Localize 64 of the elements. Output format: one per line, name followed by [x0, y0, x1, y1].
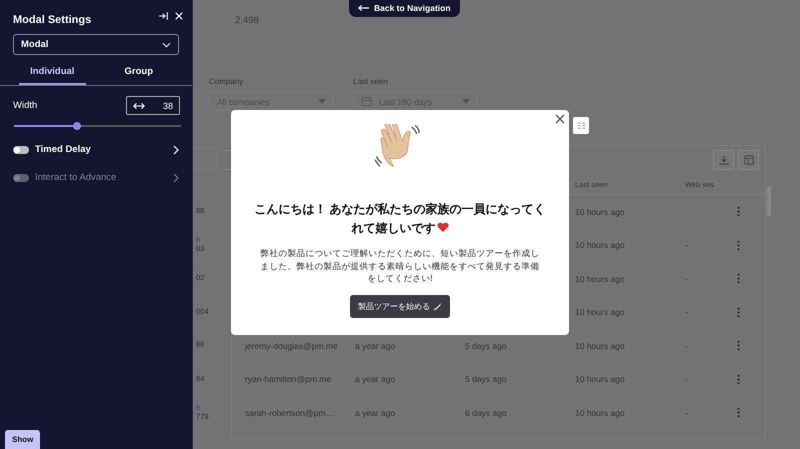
filter-label: Last seen [353, 77, 389, 86]
modal-heading: こんにちは！ あなたが私たちの家族の一員になってくれて嬉しいです [253, 201, 547, 237]
table-cell: 10 hours ago [575, 340, 625, 351]
setting-label: Timed Delay [35, 144, 92, 155]
horizontal-arrows-icon [133, 102, 145, 110]
sidebar-title: Modal Settings [13, 14, 92, 26]
toggle-switch[interactable] [13, 146, 29, 154]
table-cell: 5 days ago [465, 340, 507, 351]
tab[interactable]: Group [106, 61, 172, 85]
heart-icon [436, 222, 448, 233]
caret-icon [318, 99, 326, 104]
record-count: 2,498 [235, 15, 259, 26]
table-cell: a year ago [355, 340, 396, 351]
table-cell: jeremy-douglas@pm.me [245, 340, 338, 351]
table-cell: - [685, 408, 688, 418]
modal-type-dropdown[interactable]: Modal [13, 34, 179, 55]
close-icon[interactable] [555, 114, 565, 124]
columns-icon [744, 155, 754, 165]
more-icon[interactable] [737, 374, 740, 385]
start-tour-button[interactable]: 製品ツアーを始める [350, 295, 450, 318]
setting-label: Interact to Advance [35, 172, 118, 183]
table-cell: - [685, 340, 688, 351]
more-icon[interactable] [737, 306, 740, 318]
modal-body: 弊社の製品についてご理解いただくために、短い製品ツアーを作成しました。弊社の製品が提供する素晴らしい機能をすべて発見する準備をしてください! [260, 247, 540, 286]
more-icon[interactable] [737, 240, 740, 251]
more-icon[interactable] [737, 273, 740, 284]
table-cell: sarah-robertson@pm.... [245, 408, 335, 418]
table-cell: - [685, 307, 688, 318]
table-cell: - [685, 274, 688, 284]
settings-button[interactable] [573, 117, 589, 134]
more-icon[interactable] [737, 340, 740, 352]
download-button[interactable] [713, 150, 734, 170]
more-icon[interactable] [737, 407, 740, 418]
table-cell: - [685, 240, 688, 250]
table-cell: 10 hours ago [575, 274, 625, 284]
table-cell: 10 hours ago [575, 408, 625, 418]
table-cell: - [685, 374, 688, 384]
table-cell: 10 hours ago [575, 240, 625, 250]
table-cell: a year ago [355, 374, 396, 384]
filter-label: Company [209, 77, 244, 86]
columns-button[interactable] [738, 150, 759, 170]
grid-icon [578, 122, 584, 129]
chevron-down-icon [162, 42, 171, 48]
width-label: Width [13, 100, 38, 111]
search-field[interactable] [193, 148, 218, 170]
table-cell: 10 hours ago [575, 307, 625, 318]
show-button[interactable]: Show [5, 430, 40, 449]
back-button[interactable]: Back to Navigation [349, 0, 460, 17]
slider-thumb[interactable] [73, 122, 82, 130]
download-icon [718, 155, 728, 165]
dock-icon[interactable] [159, 12, 168, 20]
calendar-icon [361, 96, 372, 107]
width-input[interactable]: 38 [126, 96, 180, 115]
table-cell: 5 days ago [465, 374, 507, 384]
more-icon[interactable] [737, 206, 740, 218]
table-cell: 10 hours ago [575, 374, 625, 384]
table-cell: 10 hours ago [575, 206, 625, 217]
caret-icon [462, 99, 470, 104]
chevron-right-icon[interactable] [173, 144, 179, 154]
arrow-left-icon [358, 4, 369, 12]
table-cell: 6 days ago [465, 408, 507, 418]
tab[interactable]: Individual [19, 61, 86, 85]
table-cell: a year ago [355, 408, 396, 418]
table-cell: ryan-hamilton@pm.me [245, 374, 332, 384]
